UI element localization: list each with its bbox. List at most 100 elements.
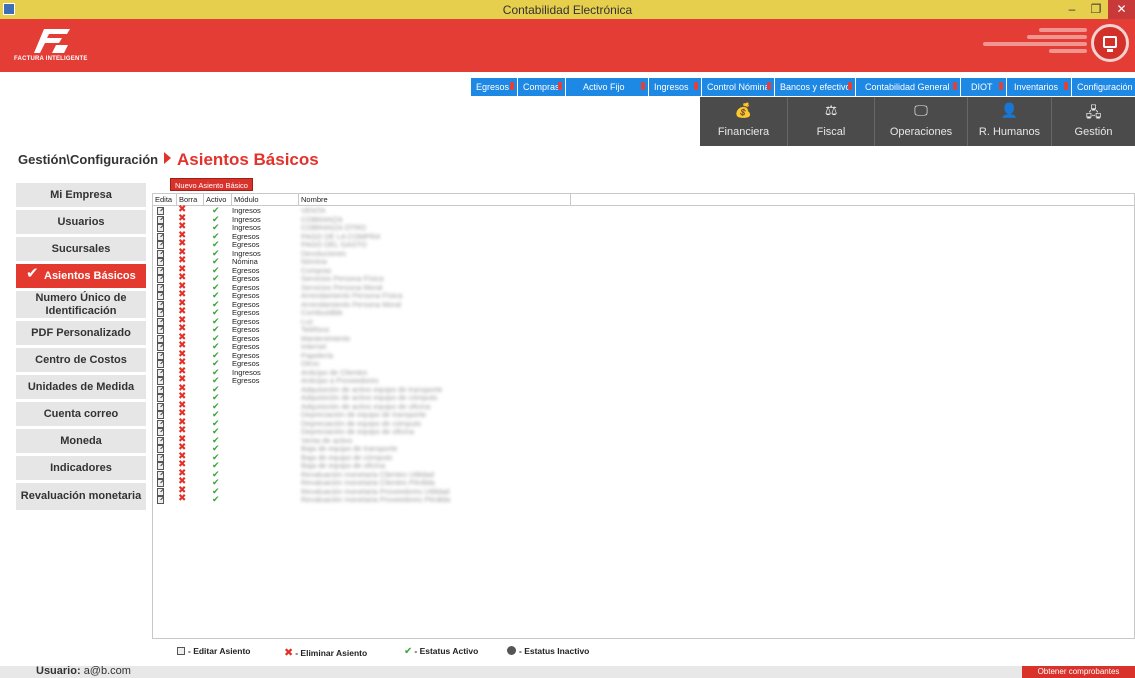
sidebar-item-centro-costos[interactable]: Centro de Costos — [16, 348, 146, 372]
tab-fiscal[interactable]: ⚖ Fiscal — [788, 97, 875, 146]
tab-gestion[interactable]: 🖧 Gestión — [1052, 97, 1135, 146]
minimize-button[interactable]: – — [1061, 0, 1083, 19]
pin-icon[interactable] — [999, 82, 1003, 90]
edit-icon[interactable] — [157, 385, 164, 394]
menu-bancos-efectivo[interactable]: Bancos y efectivo — [775, 78, 855, 96]
menu-control-nomina[interactable]: Control Nómina — [702, 78, 774, 96]
pin-icon[interactable] — [1064, 82, 1068, 90]
edit-icon[interactable] — [157, 241, 164, 249]
tab-label: Operaciones — [889, 126, 953, 138]
menu-compras[interactable]: Compras — [518, 78, 565, 96]
menu-inventarios[interactable]: Inventarios — [1007, 78, 1071, 96]
edit-icon[interactable] — [157, 394, 164, 402]
cell-nombre: PAGO DE LA COMPRA — [301, 232, 381, 241]
edit-icon[interactable] — [157, 343, 164, 351]
cell-nombre: Anticipo a Proveedores — [301, 377, 379, 385]
pin-icon[interactable] — [510, 82, 514, 90]
edit-icon[interactable] — [157, 207, 164, 215]
menu-contabilidad-general[interactable]: Contabilidad General — [856, 78, 960, 96]
edit-icon[interactable] — [157, 317, 164, 326]
edit-icon[interactable] — [157, 419, 164, 428]
sidebar-item-asientos-basicos[interactable]: ✔ Asientos Básicos — [16, 264, 146, 288]
maximize-button[interactable]: ❐ — [1085, 0, 1107, 19]
pin-icon[interactable] — [767, 82, 771, 90]
edit-icon[interactable] — [157, 377, 164, 385]
menu-activo-fijo[interactable]: Activo Fijo — [566, 78, 648, 96]
edit-icon[interactable] — [157, 326, 164, 334]
delete-icon[interactable]: ✖ — [178, 494, 186, 504]
menu-diot[interactable]: DIOT — [961, 78, 1006, 96]
menu-label: Control Nómina — [707, 82, 770, 92]
sidebar-item-moneda[interactable]: Moneda — [16, 429, 146, 453]
sidebar-item-pdf-personalizado[interactable]: PDF Personalizado — [16, 321, 146, 345]
edit-icon[interactable] — [157, 402, 164, 411]
cell-nombre: Venta de activo — [301, 436, 353, 445]
menu-configuracion[interactable]: Configuración — [1072, 78, 1135, 96]
menu-label: Inventarios — [1014, 82, 1059, 92]
close-button[interactable]: ✕ — [1108, 0, 1135, 19]
edit-icon[interactable] — [157, 334, 164, 343]
edit-icon[interactable] — [157, 283, 164, 292]
get-receipts-button[interactable]: Obtener comprobantes — [1022, 666, 1135, 678]
tab-label: Gestión — [1074, 126, 1113, 138]
sidebar-item-cuenta-correo[interactable]: Cuenta correo — [16, 402, 146, 426]
asientos-grid[interactable]: Edita Borra Activo Módulo Nombre ✖ ✔ Ingre… — [152, 193, 1135, 639]
col-edita[interactable]: Edita — [153, 194, 177, 206]
edit-icon[interactable] — [157, 360, 164, 368]
sidebar-item-revaluacion[interactable]: Revaluación monetaria — [16, 483, 146, 510]
cell-nombre: Otros — [301, 360, 320, 368]
edit-icon[interactable] — [157, 258, 164, 266]
pin-icon[interactable] — [641, 82, 645, 90]
edit-icon[interactable] — [157, 428, 164, 436]
edit-icon[interactable] — [157, 351, 164, 360]
menu-ingresos[interactable]: Ingresos — [649, 78, 701, 96]
cell-nombre: Teléfono — [301, 326, 330, 334]
sidebar-item-mi-empresa[interactable]: Mi Empresa — [16, 183, 146, 207]
sidebar-item-usuarios[interactable]: Usuarios — [16, 210, 146, 234]
sidebar-item-indicadores[interactable]: Indicadores — [16, 456, 146, 480]
edit-icon[interactable] — [157, 487, 164, 496]
edit-icon[interactable] — [157, 479, 164, 487]
edit-icon[interactable] — [157, 232, 164, 241]
edit-icon[interactable] — [157, 368, 164, 377]
edit-icon[interactable] — [157, 224, 164, 232]
tab-r-humanos[interactable]: 👤 R. Humanos — [968, 97, 1052, 146]
legend-delete: ✖ - Eliminar Asiento — [284, 646, 367, 659]
new-asiento-button[interactable]: Nuevo Asiento Básico — [170, 178, 253, 191]
check-icon[interactable]: ✔ — [212, 495, 220, 504]
legend-inactive: - Estatus Inactivo — [507, 646, 589, 656]
profile-monitor-button[interactable] — [1091, 24, 1129, 62]
edit-icon[interactable] — [157, 496, 164, 504]
edit-icon[interactable] — [157, 436, 164, 445]
tab-operaciones[interactable]: 🖵 Operaciones — [875, 97, 968, 146]
config-sidebar: Mi Empresa Usuarios Sucursales ✔ Asientos… — [16, 183, 146, 513]
edit-icon[interactable] — [157, 300, 164, 309]
edit-icon[interactable] — [157, 411, 164, 419]
edit-icon[interactable] — [157, 309, 164, 317]
edit-icon[interactable] — [157, 453, 164, 462]
pin-icon[interactable] — [953, 82, 957, 90]
section-tabs: 💰 Financiera ⚖ Fiscal 🖵 Operaciones 👤 R.… — [700, 97, 1135, 146]
monitor-icon: 🖵 — [914, 102, 928, 118]
pin-icon[interactable] — [694, 82, 698, 90]
pin-icon[interactable] — [848, 82, 852, 90]
cell-nombre: Adquisición de activo equipo de oficina — [301, 402, 431, 411]
edit-icon[interactable] — [157, 249, 164, 258]
menu-egresos[interactable]: Egresos — [471, 78, 517, 96]
col-modulo[interactable]: Módulo — [232, 194, 299, 206]
sidebar-item-sucursales[interactable]: Sucursales — [16, 237, 146, 261]
sidebar-item-numero-unico[interactable]: Numero Único de Identificación — [16, 291, 146, 318]
edit-icon[interactable] — [157, 445, 164, 453]
edit-icon[interactable] — [157, 292, 164, 300]
edit-icon[interactable] — [157, 462, 164, 470]
pin-icon[interactable] — [558, 82, 562, 90]
edit-icon[interactable] — [157, 266, 164, 275]
edit-icon[interactable] — [157, 275, 164, 283]
tab-financiera[interactable]: 💰 Financiera — [700, 97, 788, 146]
sidebar-item-unidades-medida[interactable]: Unidades de Medida — [16, 375, 146, 399]
col-nombre[interactable]: Nombre — [299, 194, 571, 206]
edit-icon[interactable] — [157, 215, 164, 224]
table-row[interactable]: ✖ ✔ Revaluación monetaria Proveedores Pérd… — [153, 494, 573, 505]
edit-icon[interactable] — [157, 470, 164, 479]
org-chart-icon: 🖧 — [1085, 104, 1102, 120]
